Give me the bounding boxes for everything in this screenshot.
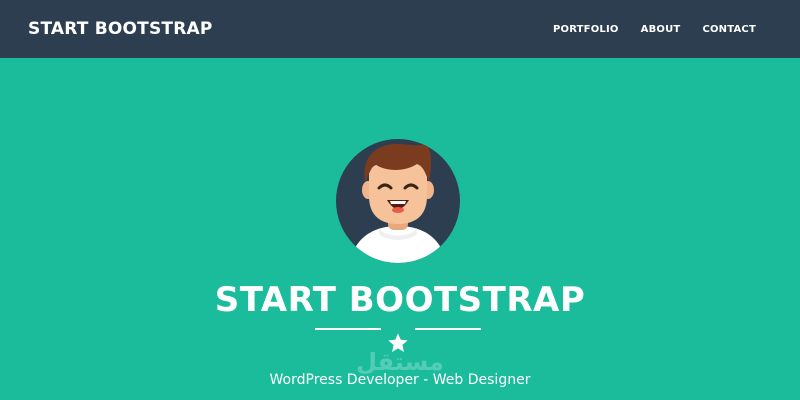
nav-link-about[interactable]: ABOUT <box>641 24 681 35</box>
page-title: START BOOTSTRAP <box>214 280 586 320</box>
nav-link-contact[interactable]: CONTACT <box>702 24 756 35</box>
navbar: START BOOTSTRAP PORTFOLIO ABOUT CONTACT <box>0 0 800 58</box>
brand-link[interactable]: START BOOTSTRAP <box>28 19 213 39</box>
avatar-icon <box>336 139 460 263</box>
divider-line-left <box>315 328 381 330</box>
nav-links: PORTFOLIO ABOUT CONTACT <box>531 24 756 35</box>
masthead: START BOOTSTRAP مستقل WordPress Develope… <box>0 58 800 400</box>
subtitle: WordPress Developer - Web Designer <box>269 372 531 388</box>
divider-line-right <box>415 328 481 330</box>
nav-link-portfolio[interactable]: PORTFOLIO <box>553 24 619 35</box>
